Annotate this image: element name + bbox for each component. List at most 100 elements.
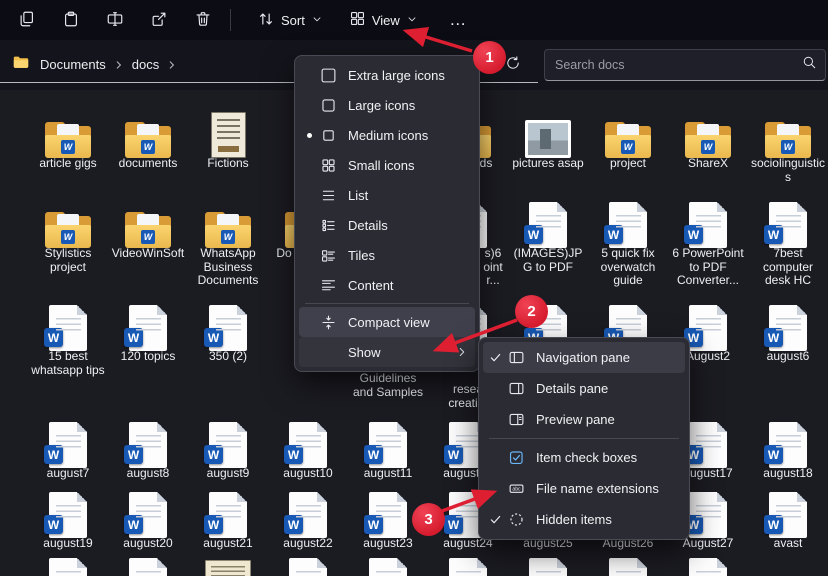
file-item[interactable] [670, 558, 746, 576]
file-item[interactable] [350, 558, 426, 576]
file-item-august9[interactable]: august9 [190, 422, 266, 468]
file-item-5-quick-fix-overwatch-guide[interactable]: 5 quick fix overwatch guide [590, 202, 666, 248]
paste-button[interactable] [54, 4, 88, 36]
view-menu-item-content[interactable]: Content [299, 270, 475, 300]
word-file-icon [350, 422, 426, 468]
file-label: august19 [30, 537, 106, 551]
show-submenu-item-hidden-items[interactable]: Hidden items [483, 504, 685, 535]
details-icon [316, 217, 341, 234]
view-menu-item-large-icons[interactable]: Large icons [299, 90, 475, 120]
sort-button-label: Sort [281, 13, 305, 28]
file-item[interactable] [590, 558, 666, 576]
thumb-file-icon [190, 112, 266, 158]
copy-button[interactable] [10, 4, 44, 36]
word-file-icon [110, 492, 186, 538]
navigation-pane-icon [504, 349, 529, 366]
file-label: project [590, 157, 666, 171]
check-icon [487, 512, 504, 527]
file-item-stylistics-project[interactable]: Stylistics project [30, 202, 106, 248]
file-item-images-jp-g-to-pdf[interactable]: (IMAGES)JP G to PDF [510, 202, 586, 248]
file-item-project[interactable]: project [590, 112, 666, 158]
show-submenu-item-file-name-extensions[interactable]: abcFile name extensions [483, 473, 685, 504]
file-item-350-2[interactable]: 350 (2) [190, 305, 266, 351]
view-menu-item-extra-large-icons[interactable]: Extra large icons [299, 60, 475, 90]
search-input[interactable] [553, 57, 802, 73]
word-file-icon [510, 202, 586, 248]
file-item-120-topics[interactable]: 120 topics [110, 305, 186, 351]
chevron-down-icon [406, 13, 418, 28]
file-item[interactable] [510, 558, 586, 576]
file-label: sociolinguistics [750, 157, 826, 184]
breadcrumb-items: Documents docs [36, 55, 179, 74]
file-item-august7[interactable]: august7 [30, 422, 106, 468]
rename-button[interactable] [98, 4, 132, 36]
breadcrumb-item-documents[interactable]: Documents [36, 55, 110, 74]
file-item-documents[interactable]: documents [110, 112, 186, 158]
file-item-august10[interactable]: august10 [270, 422, 346, 468]
details-pane-icon [504, 380, 529, 397]
file-item-6-powerpoint-to-pdf-converter[interactable]: 6 PowerPoint to PDF Converter... [670, 202, 746, 248]
file-item[interactable] [110, 558, 186, 576]
file-item-avast[interactable]: avast [750, 492, 826, 538]
folder-file-icon [110, 202, 186, 248]
file-item-pictures-asap[interactable]: pictures asap [510, 112, 586, 158]
file-label: august21 [190, 537, 266, 551]
file-label: 350 (2) [190, 350, 266, 364]
file-item-august20[interactable]: august20 [110, 492, 186, 538]
file-item-fictions[interactable]: Fictions [190, 112, 266, 158]
file-item-whatsapp-business-documents[interactable]: WhatsApp Business Documents [190, 202, 266, 248]
word-file-icon [750, 422, 826, 468]
svg-text:abc: abc [512, 487, 521, 493]
show-submenu-item-preview-pane[interactable]: Preview pane [483, 404, 685, 435]
file-item-august22[interactable]: august22 [270, 492, 346, 538]
breadcrumb-item-docs[interactable]: docs [128, 55, 163, 74]
file-item-august21[interactable]: august21 [190, 492, 266, 538]
file-item-7best-computer-desk-hc[interactable]: 7best computer desk HC [750, 202, 826, 248]
file-item[interactable] [270, 558, 346, 576]
file-label: avast [750, 537, 826, 551]
word-file-icon [270, 558, 346, 576]
view-menu-item-compact-view[interactable]: Compact view [299, 307, 475, 337]
view-menu-item-tiles[interactable]: Tiles [299, 240, 475, 270]
view-menu-item-medium-icons[interactable]: Medium icons [299, 120, 475, 150]
more-options-button[interactable]: … [442, 4, 474, 36]
delete-button[interactable] [186, 4, 220, 36]
search-icon [802, 55, 817, 75]
word-file-icon [590, 202, 666, 248]
file-label: august6 [750, 350, 826, 364]
view-menu-item-list[interactable]: List [299, 180, 475, 210]
list-icon [316, 187, 341, 204]
view-menu-item-details[interactable]: Details [299, 210, 475, 240]
file-label: 5 quick fix overwatch guide [590, 247, 666, 288]
file-item[interactable] [430, 558, 506, 576]
word-file-icon [670, 202, 746, 248]
show-submenu: Navigation paneDetails panePreview pane I… [478, 337, 690, 540]
view-button[interactable]: View [339, 4, 428, 36]
sort-button[interactable]: Sort [247, 4, 333, 36]
share-button[interactable] [142, 4, 176, 36]
show-submenu-item-navigation-pane[interactable]: Navigation pane [483, 342, 685, 373]
word-file-icon [110, 422, 186, 468]
file-item[interactable] [190, 558, 266, 576]
chevron-right-icon [165, 58, 179, 72]
file-item-august18[interactable]: august18 [750, 422, 826, 468]
tiles-icon [316, 247, 341, 264]
file-item-august6[interactable]: august6 [750, 305, 826, 351]
file-item[interactable] [30, 558, 106, 576]
word-file-icon [110, 558, 186, 576]
file-item-sharex[interactable]: ShareX [670, 112, 746, 158]
show-submenu-item-item-check-boxes[interactable]: Item check boxes [483, 442, 685, 473]
file-item-videowinsoft[interactable]: VideoWinSoft [110, 202, 186, 248]
view-menu-item-show[interactable]: Show [299, 337, 475, 367]
file-label: august11 [350, 467, 426, 481]
file-item-august11[interactable]: august11 [350, 422, 426, 468]
view-menu-item-small-icons[interactable]: Small icons [299, 150, 475, 180]
file-label: documents [110, 157, 186, 171]
file-item-august8[interactable]: august8 [110, 422, 186, 468]
file-item-article-gigs[interactable]: article gigs [30, 112, 106, 158]
file-item-august19[interactable]: august19 [30, 492, 106, 538]
file-item-sociolinguistics[interactable]: sociolinguistics [750, 112, 826, 158]
file-item-15-best-whatsapp-tips[interactable]: 15 best whatsapp tips [30, 305, 106, 351]
word-file-icon [510, 558, 586, 576]
show-submenu-item-details-pane[interactable]: Details pane [483, 373, 685, 404]
